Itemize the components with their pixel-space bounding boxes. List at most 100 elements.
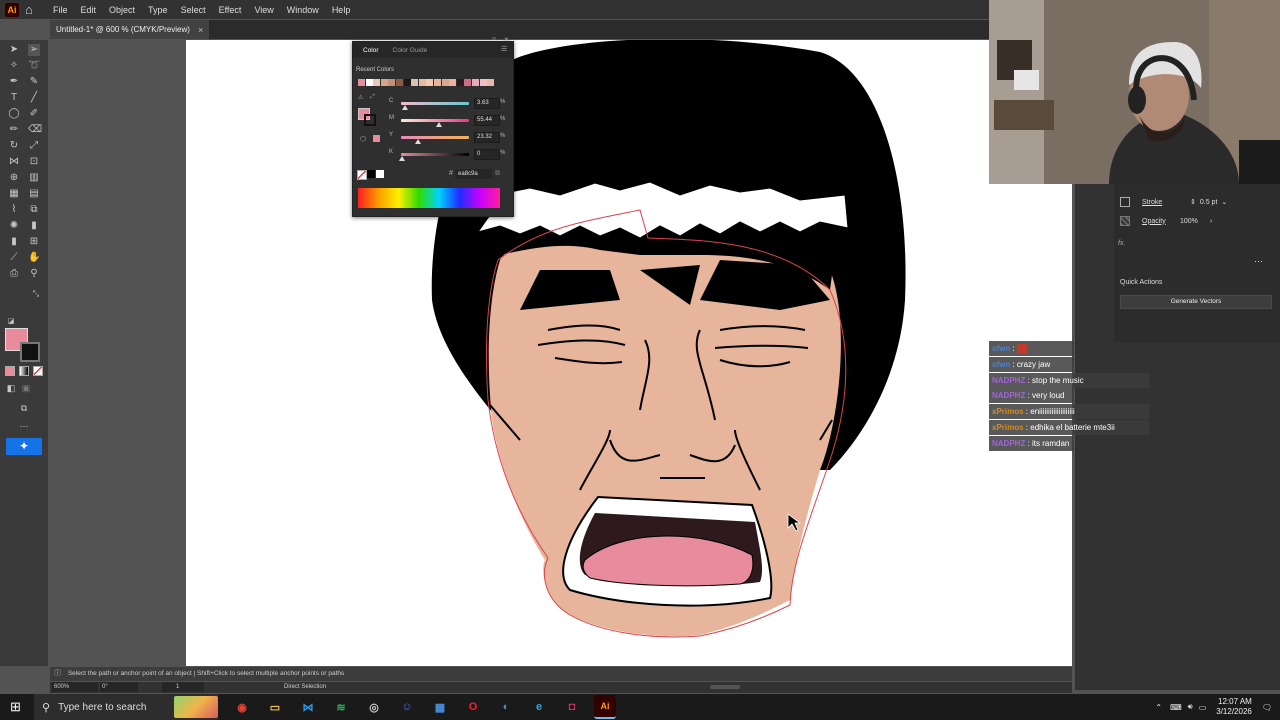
clock[interactable]: 12:07 AM 3/12/2026 bbox=[1216, 697, 1252, 717]
slider-value-y[interactable]: 23.32 bbox=[474, 132, 500, 143]
illustrator-icon[interactable]: Ai bbox=[594, 695, 616, 719]
close-panel-icon[interactable]: × bbox=[504, 35, 509, 44]
shape-builder-icon[interactable]: ⊕ bbox=[8, 172, 20, 184]
none-swatch[interactable] bbox=[357, 170, 367, 180]
slider-thumb-k[interactable] bbox=[399, 156, 405, 161]
default-fill-stroke-icon[interactable]: ◪ bbox=[5, 316, 17, 328]
horizontal-scrollbar[interactable] bbox=[710, 685, 740, 689]
color-mode-button[interactable] bbox=[5, 366, 15, 376]
white-swatch[interactable] bbox=[376, 170, 384, 178]
taskbar-search[interactable]: ⚲ Type here to search bbox=[34, 694, 218, 720]
windows-start-icon[interactable]: ⊞ bbox=[10, 700, 23, 713]
spotify-icon[interactable]: ≋ bbox=[330, 696, 352, 718]
slider-value-m[interactable]: 55.44 bbox=[474, 115, 500, 126]
column-graph-icon[interactable]: ▮ bbox=[28, 220, 40, 232]
opacity-value[interactable]: 100% bbox=[1180, 218, 1198, 225]
stroke-row[interactable]: Stroke ⇕ 0.5 pt ⌄ bbox=[1120, 197, 1227, 207]
tab-color[interactable]: Color bbox=[363, 47, 379, 54]
chevron-up-icon[interactable]: ⌃ bbox=[1155, 703, 1162, 712]
none-mode-button[interactable] bbox=[33, 366, 43, 376]
black-swatch[interactable] bbox=[367, 170, 375, 178]
face-illustration[interactable] bbox=[186, 40, 1072, 666]
opacity-row[interactable]: Opacity 100% › bbox=[1120, 216, 1212, 226]
volume-icon[interactable]: 🔊︎ bbox=[1188, 702, 1193, 712]
paintbrush-icon[interactable]: ✐ bbox=[28, 108, 40, 120]
slice-tool-icon[interactable]: ⟋ bbox=[8, 252, 20, 264]
discord-icon[interactable]: ☺ bbox=[396, 696, 418, 718]
slider-thumb-c[interactable] bbox=[401, 105, 408, 110]
battery-icon[interactable]: ▭ bbox=[1199, 703, 1207, 712]
obs-icon[interactable]: ◎ bbox=[363, 696, 385, 718]
out-of-gamut-swatch[interactable] bbox=[373, 135, 380, 142]
recent-color-swatch[interactable] bbox=[388, 79, 396, 86]
recent-color-swatch[interactable] bbox=[487, 79, 495, 86]
symbol-sprayer-icon[interactable]: ✺ bbox=[8, 220, 20, 232]
recent-color-swatch[interactable] bbox=[418, 79, 426, 86]
color-spectrum[interactable] bbox=[358, 188, 500, 208]
rotate-tool-icon[interactable]: ↻ bbox=[8, 140, 20, 152]
chevron-down-icon[interactable]: ⌄ bbox=[1221, 198, 1227, 206]
file-explorer-icon[interactable]: ▭ bbox=[264, 696, 286, 718]
vscode-icon[interactable]: ⋈ bbox=[297, 696, 319, 718]
zoom-input[interactable]: 600% bbox=[52, 682, 98, 692]
free-transform-icon[interactable]: ⊡ bbox=[28, 156, 40, 168]
perspective-grid-icon[interactable]: ▥ bbox=[28, 172, 40, 184]
slider-value-c[interactable]: 3.63 bbox=[474, 98, 500, 109]
document-tab[interactable]: Untitled-1* @ 600 % (CMYK/Preview) × bbox=[50, 20, 210, 39]
direct-selection-tool-icon[interactable]: ➢ bbox=[28, 44, 40, 56]
hand-tool-icon[interactable]: ✋ bbox=[28, 252, 40, 264]
menu-type[interactable]: Type bbox=[148, 5, 168, 15]
line-tool-icon[interactable]: ╱ bbox=[28, 92, 40, 104]
network-icon[interactable]: ⌨ bbox=[1170, 703, 1182, 712]
menu-help[interactable]: Help bbox=[332, 5, 351, 15]
print-tiling-icon[interactable]: ⎙ bbox=[8, 268, 20, 280]
zoom-tool-icon[interactable]: ⚲ bbox=[28, 268, 40, 280]
pen-tool-icon[interactable]: ✒ bbox=[8, 76, 20, 88]
scale-tool-icon[interactable]: ⤢ bbox=[28, 140, 40, 152]
menu-edit[interactable]: Edit bbox=[81, 5, 97, 15]
generate-vectors-button[interactable]: Generate Vectors bbox=[1120, 295, 1272, 309]
eraser-icon[interactable]: ⌫ bbox=[28, 124, 42, 136]
chevron-right-icon[interactable]: › bbox=[1210, 218, 1212, 225]
puppet-warp-icon[interactable]: ✦ bbox=[6, 438, 42, 455]
opacity-label[interactable]: Opacity bbox=[1142, 218, 1176, 225]
recent-color-swatch[interactable] bbox=[396, 79, 403, 86]
instagram-icon[interactable]: ◘ bbox=[561, 696, 583, 718]
menu-select[interactable]: Select bbox=[181, 5, 206, 15]
stroke-stepper-icon[interactable]: ⇕ bbox=[1190, 198, 1196, 206]
recent-color-swatch[interactable] bbox=[373, 79, 381, 86]
panel-stroke-swatch[interactable] bbox=[364, 114, 376, 126]
copy-hex-icon[interactable]: ⧉ bbox=[495, 170, 500, 178]
shaper-tool-icon[interactable]: ✏ bbox=[8, 124, 20, 136]
recent-color-swatch[interactable] bbox=[403, 79, 411, 86]
screen-mode-icon[interactable]: ▣ bbox=[20, 382, 32, 394]
menu-file[interactable]: File bbox=[53, 5, 68, 15]
gamut-warning-icon[interactable]: ⚠ bbox=[358, 94, 363, 101]
recent-color-swatch[interactable] bbox=[365, 79, 373, 86]
blend-tool-icon[interactable]: ⧉ bbox=[28, 204, 40, 216]
ellipse-tool-icon[interactable]: ◯ bbox=[8, 108, 20, 120]
width-tool-icon[interactable]: ⋈ bbox=[8, 156, 20, 168]
type-tool-icon[interactable]: T bbox=[8, 92, 20, 104]
bar-graph-icon[interactable]: ▮ bbox=[8, 236, 20, 248]
chrome-icon[interactable]: ◉ bbox=[231, 696, 253, 718]
menu-effect[interactable]: Effect bbox=[219, 5, 242, 15]
magic-wand-icon[interactable]: ✧ bbox=[8, 60, 20, 72]
gradient-mode-button[interactable] bbox=[19, 366, 29, 376]
change-screen-mode-icon[interactable]: ⧉ bbox=[18, 402, 30, 414]
slider-track-y[interactable] bbox=[401, 136, 469, 139]
recent-color-swatch[interactable] bbox=[434, 79, 441, 86]
stroke-color-swatch[interactable] bbox=[20, 342, 40, 362]
eyedropper-icon[interactable]: ⌇ bbox=[8, 204, 20, 216]
mesh-tool-icon[interactable]: ▦ bbox=[8, 188, 20, 200]
close-icon[interactable]: × bbox=[198, 25, 203, 35]
recent-color-swatch[interactable] bbox=[358, 79, 365, 86]
recent-color-swatch[interactable] bbox=[464, 79, 472, 86]
recent-color-swatch[interactable] bbox=[380, 79, 388, 86]
notifications-icon[interactable]: 🗨︎ bbox=[1262, 703, 1272, 712]
recent-color-swatch[interactable] bbox=[479, 79, 487, 86]
opera-icon[interactable]: O bbox=[462, 696, 484, 718]
tab-color-guide[interactable]: Color Guide bbox=[393, 47, 428, 54]
store-icon[interactable]: ▦ bbox=[429, 696, 451, 718]
stroke-swatch-mini[interactable] bbox=[1120, 197, 1130, 207]
